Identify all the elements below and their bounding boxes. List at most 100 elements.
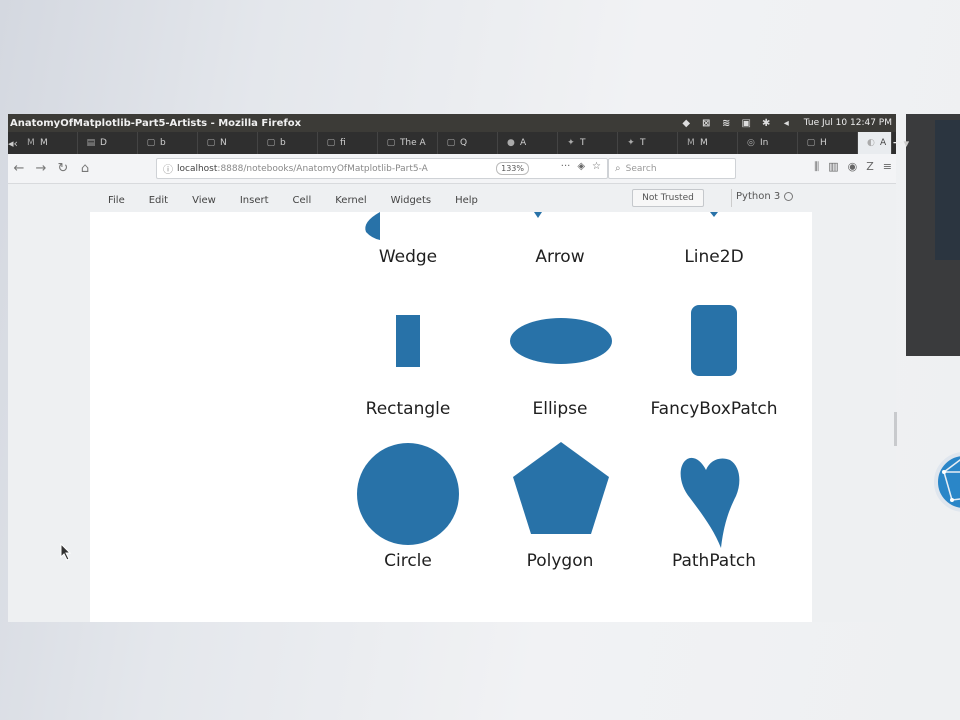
tab-10[interactable]: ✦ T bbox=[618, 132, 678, 154]
home-icon[interactable]: ⌂ bbox=[74, 158, 96, 180]
kernel-indicator: Python 3 bbox=[736, 191, 794, 202]
pathpatch-label: PathPatch bbox=[671, 551, 757, 571]
sidebar-icon[interactable]: ▥ bbox=[828, 160, 838, 174]
system-tray: ◆ ⊠ ≋ ▣ ✱ ◂ Tue Jul 10 12:47 PM bbox=[680, 114, 896, 132]
tab-label: N bbox=[219, 138, 227, 148]
tab-7[interactable]: ▢ Q bbox=[438, 132, 498, 154]
menu-file[interactable]: File bbox=[96, 195, 137, 206]
scrollbar-thumb[interactable] bbox=[894, 412, 897, 446]
tab-8[interactable]: ● A bbox=[498, 132, 558, 154]
tab-label: b bbox=[279, 138, 286, 148]
tab-label: H bbox=[819, 138, 827, 148]
line2d-label: Line2D bbox=[684, 247, 744, 267]
tab-label: A bbox=[519, 138, 527, 148]
tab-12[interactable]: ◎ In bbox=[738, 132, 798, 154]
globe-icon[interactable] bbox=[934, 442, 960, 522]
tab-label: M bbox=[699, 138, 708, 148]
back-icon[interactable]: ← bbox=[8, 158, 30, 180]
extension-icon[interactable]: Z bbox=[866, 160, 874, 174]
tab-11[interactable]: MM bbox=[678, 132, 738, 154]
volume-icon[interactable]: ◂ bbox=[780, 117, 793, 129]
tab-label: D bbox=[99, 138, 107, 148]
kernel-name: Python 3 bbox=[736, 191, 781, 202]
info-icon[interactable]: ⓘ bbox=[163, 161, 173, 176]
tab-label: M bbox=[39, 138, 48, 148]
window-titlebar: AnatomyOfMatplotlib-Part5-Artists - Mozi… bbox=[8, 114, 896, 132]
arrow-shape bbox=[534, 212, 542, 218]
menu-insert[interactable]: Insert bbox=[228, 195, 281, 206]
reload-icon[interactable]: ↻ bbox=[52, 158, 74, 180]
tab-label: T bbox=[639, 138, 646, 148]
menu-widgets[interactable]: Widgets bbox=[379, 195, 443, 206]
rectangle-label: Rectangle bbox=[365, 399, 451, 419]
tab-label: b bbox=[159, 138, 166, 148]
address-bar[interactable]: ⓘ localhost:8888/notebooks/AnatomyOfMatp… bbox=[156, 158, 608, 179]
tab-14[interactable]: ◐ A bbox=[857, 132, 892, 154]
tab-2[interactable]: ▢ b bbox=[138, 132, 198, 154]
library-icon[interactable]: ⫼ bbox=[814, 160, 819, 174]
page-actions-icon[interactable]: ··· bbox=[561, 161, 571, 172]
line2d-shape bbox=[710, 212, 718, 217]
forward-icon[interactable]: → bbox=[30, 158, 52, 180]
page-icon: ▢ bbox=[386, 138, 396, 148]
wedge-shape bbox=[365, 212, 380, 240]
tab-0[interactable]: MM bbox=[18, 132, 78, 154]
tab-1[interactable]: ▤ D bbox=[78, 132, 138, 154]
navigation-toolbar: ← → ↻ ⌂ ⓘ localhost:8888/notebooks/Anato… bbox=[8, 154, 896, 184]
tab-6[interactable]: ▢ The A bbox=[378, 132, 438, 154]
tab-overflow-icon[interactable]: ▾ bbox=[904, 132, 910, 154]
ellipse-label: Ellipse bbox=[532, 399, 588, 419]
page-icon: ▢ bbox=[806, 138, 816, 148]
jupyter-menubar: File Edit View Insert Cell Kernel Widgets Help bbox=[96, 188, 816, 212]
desktop-background-bottom bbox=[0, 622, 960, 720]
instagram-icon: ◎ bbox=[747, 138, 755, 148]
tab-label: In bbox=[759, 138, 769, 148]
menu-help[interactable]: Help bbox=[443, 195, 490, 206]
page-icon: ▢ bbox=[206, 138, 216, 148]
tab-9[interactable]: ✦ T bbox=[558, 132, 618, 154]
search-bar[interactable]: ⌕ Search bbox=[608, 158, 736, 179]
polygon-shape bbox=[513, 442, 609, 534]
page-icon: ▢ bbox=[326, 138, 336, 148]
new-tab-button[interactable]: + bbox=[892, 132, 904, 154]
twitter-icon: ✦ bbox=[567, 138, 575, 148]
menu-icon[interactable]: ≡ bbox=[883, 160, 892, 174]
page-icon: ▢ bbox=[266, 138, 276, 148]
github-icon: ● bbox=[507, 138, 515, 148]
clock[interactable]: Tue Jul 10 12:47 PM bbox=[804, 118, 892, 128]
wifi-icon[interactable]: ≋ bbox=[720, 117, 733, 129]
bluetooth-icon[interactable]: ✱ bbox=[760, 117, 773, 129]
url-host: localhost bbox=[177, 163, 218, 174]
pocket-icon[interactable]: ◈ bbox=[577, 161, 585, 172]
tab-3[interactable]: ▢ N bbox=[198, 132, 258, 154]
mail-icon: M bbox=[27, 138, 35, 148]
zoom-indicator[interactable]: 133% bbox=[496, 162, 529, 175]
sync-icon[interactable]: ◉ bbox=[848, 160, 858, 174]
tab-strip: ◂ ‹ M M ▤ D ▢ b ▢ N ▢ b ▢ fi ▢ The A ▢ Q ● A ✦ T ✦ T M M ◎ In ▢ H ◐ A… bbox=[8, 132, 909, 154]
tab-4[interactable]: ▢ b bbox=[258, 132, 318, 154]
bookmark-star-icon[interactable]: ☆ bbox=[592, 161, 601, 172]
menu-cell[interactable]: Cell bbox=[281, 195, 324, 206]
network-icon[interactable]: ⊠ bbox=[700, 117, 713, 129]
tab-label: fi bbox=[339, 138, 346, 148]
ellipse-shape bbox=[510, 318, 612, 364]
tab-label: A bbox=[879, 138, 887, 148]
arrow-label: Arrow bbox=[535, 247, 585, 267]
dropbox-icon[interactable]: ◆ bbox=[680, 117, 693, 129]
rectangle-shape bbox=[396, 315, 420, 367]
tab-13[interactable]: ▢ H bbox=[798, 132, 858, 154]
menu-view[interactable]: View bbox=[180, 195, 228, 206]
page-icon: ▢ bbox=[446, 138, 456, 148]
circle-shape bbox=[357, 443, 459, 545]
window-title: AnatomyOfMatplotlib-Part5-Artists - Mozi… bbox=[10, 117, 302, 129]
mail-icon: M bbox=[687, 138, 695, 148]
mouse-cursor-icon bbox=[60, 543, 72, 561]
not-trusted-button[interactable]: Not Trusted bbox=[632, 189, 704, 207]
menu-kernel[interactable]: Kernel bbox=[323, 195, 378, 206]
tab-label: Q bbox=[459, 138, 468, 148]
page-icon: ▢ bbox=[146, 138, 156, 148]
keyboard-icon[interactable]: ▣ bbox=[740, 117, 753, 129]
tab-5[interactable]: ▢ fi bbox=[318, 132, 378, 154]
fancybox-shape bbox=[691, 305, 737, 376]
menu-edit[interactable]: Edit bbox=[137, 195, 180, 206]
